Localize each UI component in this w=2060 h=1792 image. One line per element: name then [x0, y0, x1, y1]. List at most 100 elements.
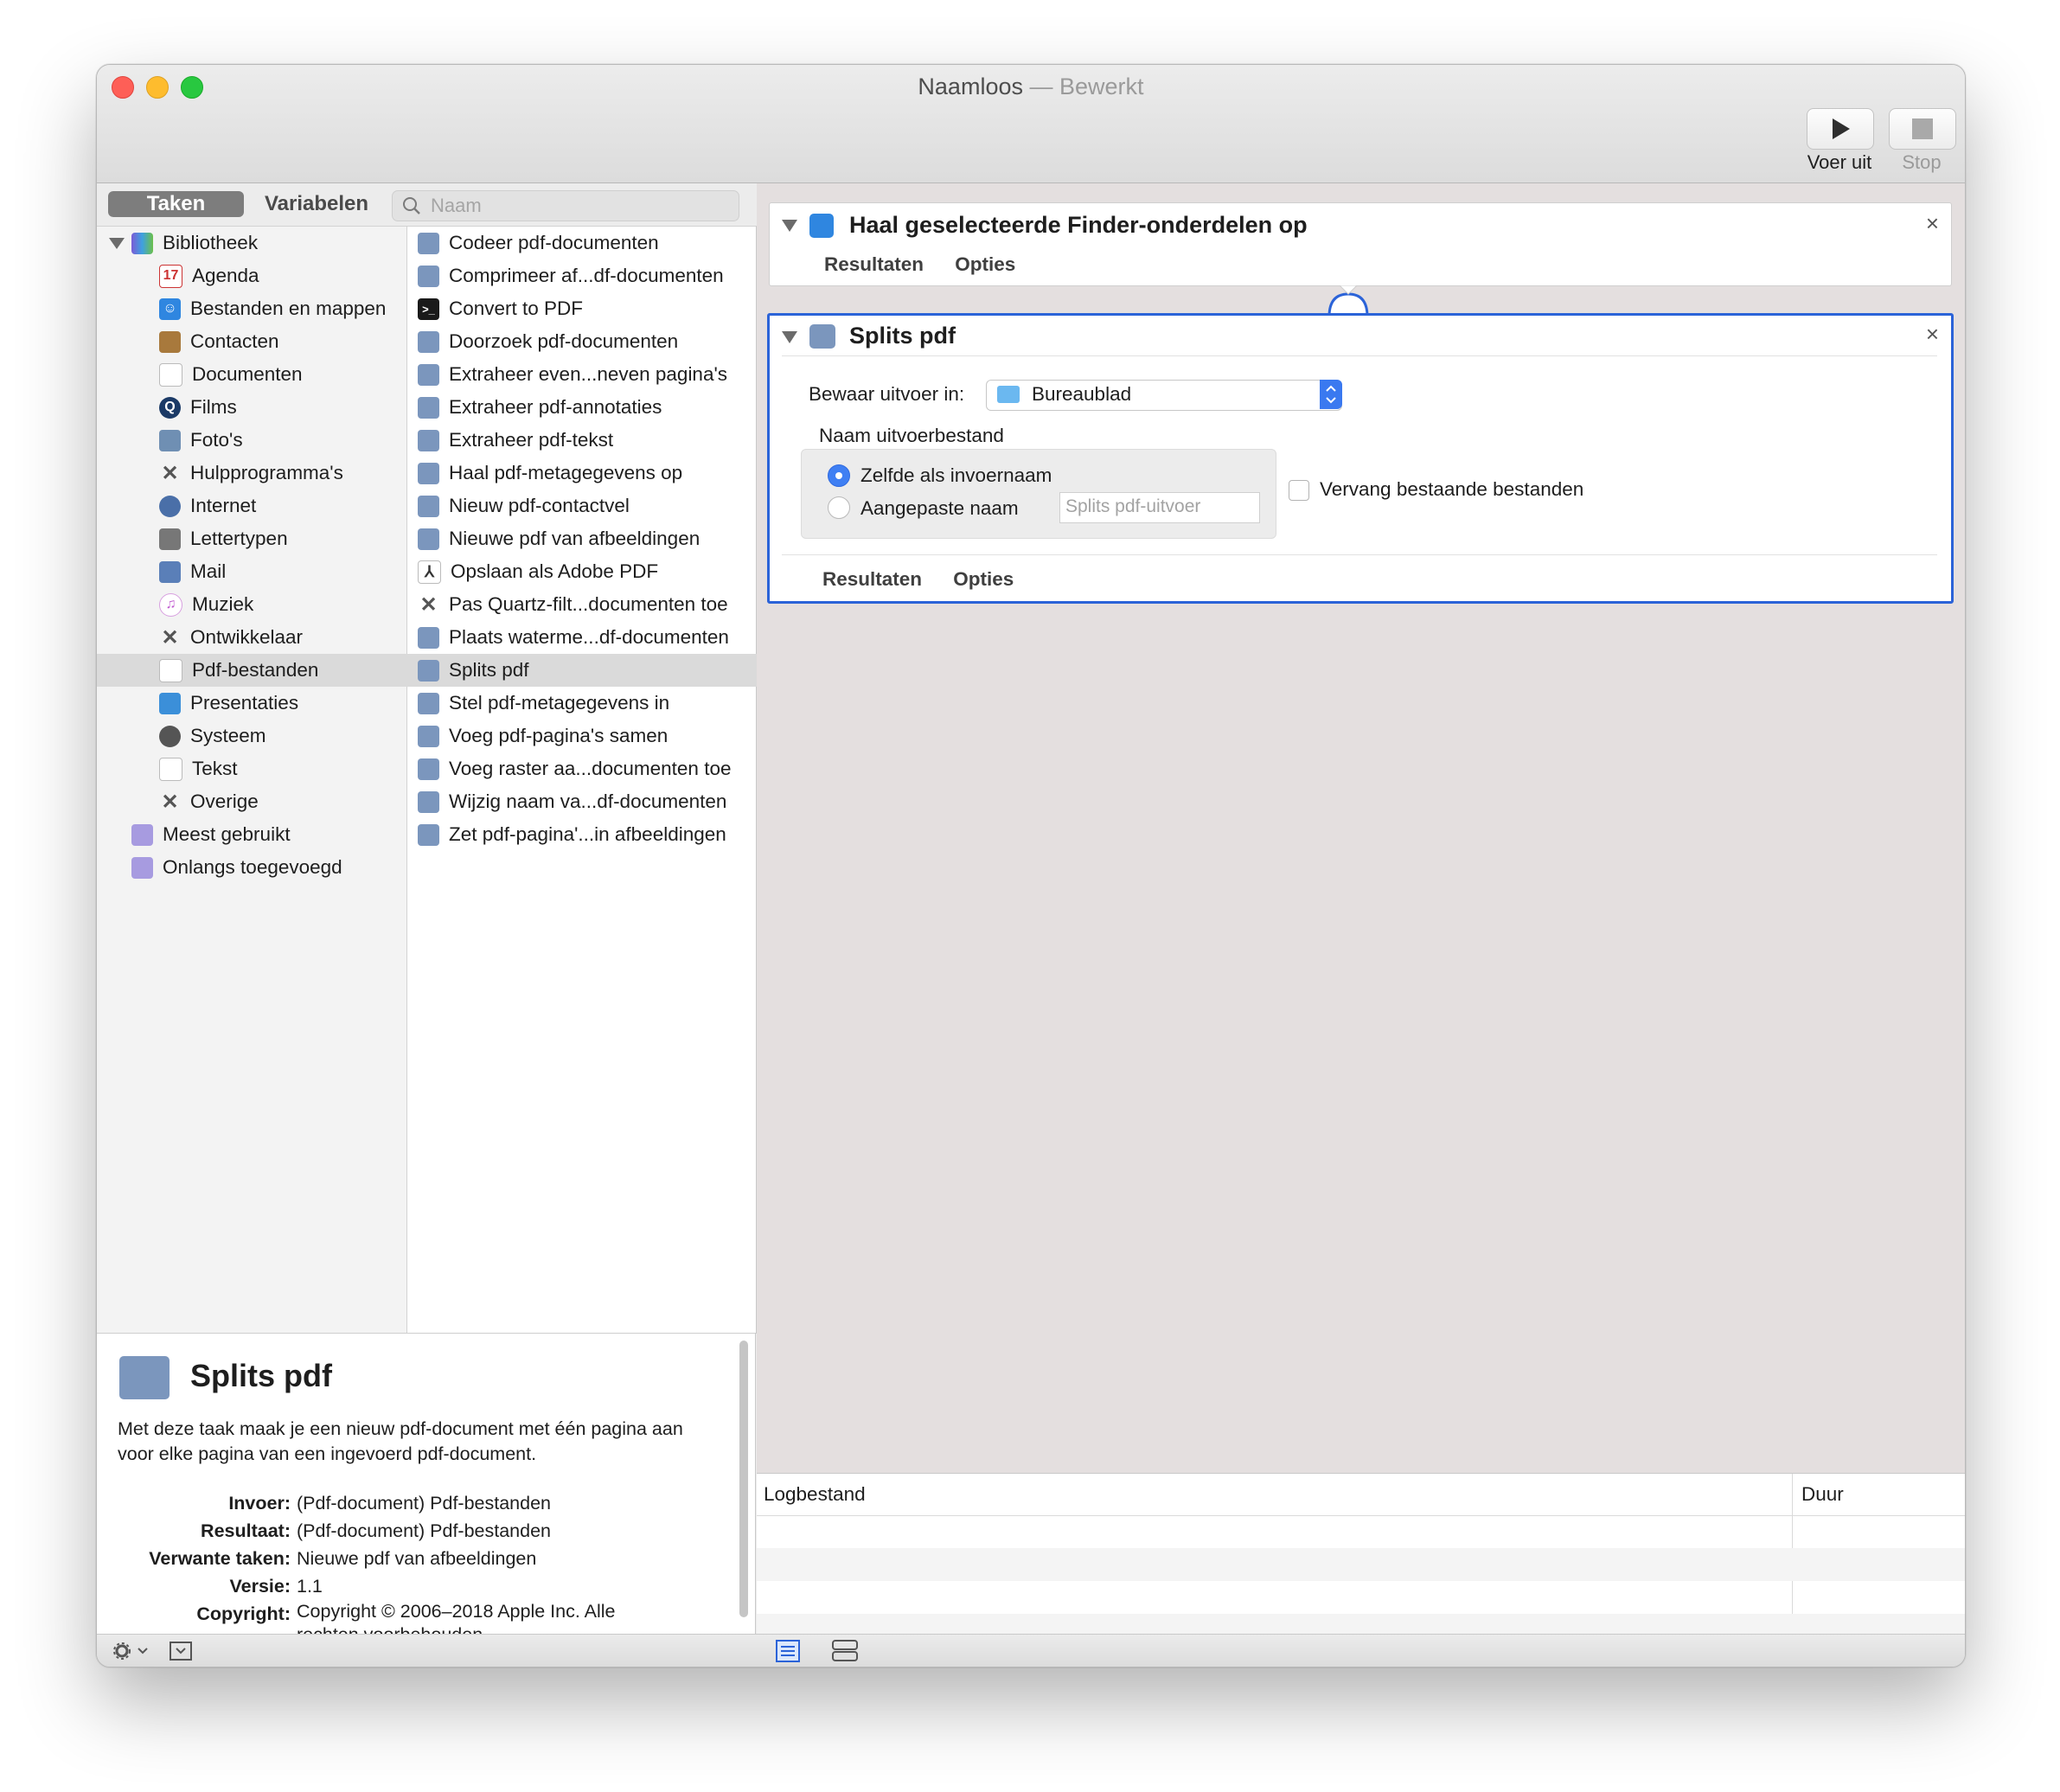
action-item-selected[interactable]: Splits pdf: [407, 654, 766, 687]
meta-row: Resultaat: (Pdf-document) Pdf-bestanden: [118, 1517, 669, 1545]
edited-status: Bewerkt: [1059, 74, 1144, 99]
preview-icon: [418, 626, 439, 649]
action-item[interactable]: Nieuw pdf-contactvel: [407, 490, 766, 522]
title-separator: —: [1029, 74, 1053, 99]
action-item[interactable]: ⅄ Opslaan als Adobe PDF: [407, 555, 766, 588]
library-root[interactable]: Bibliotheek: [97, 227, 406, 259]
results-tab[interactable]: Resultaten: [822, 568, 922, 590]
step-title: Haal geselecteerde Finder-onderdelen op: [849, 212, 1308, 238]
search-placeholder: Naam: [431, 195, 482, 216]
radio-same-name[interactable]: [828, 464, 850, 487]
description-meta: Invoer: (Pdf-document) Pdf-bestanden Resu…: [118, 1489, 669, 1647]
textedit-icon: [159, 757, 182, 781]
tools-icon: ✕: [161, 461, 179, 485]
description-scrollbar[interactable]: [739, 1341, 748, 1617]
meta-row: Invoer: (Pdf-document) Pdf-bestanden: [118, 1489, 669, 1517]
title-bar: Naamloos — Bewerkt Voer uit Stop: [97, 65, 1965, 183]
library-item-label: Agenda: [192, 265, 259, 286]
meta-key: Verwante taken:: [149, 1548, 291, 1569]
close-icon[interactable]: ×: [1926, 210, 1939, 237]
action-item[interactable]: Extraheer pdf-annotaties: [407, 391, 766, 424]
workflow-step-split-pdf[interactable]: Splits pdf × Bewaar uitvoer in: Bureaubl…: [767, 313, 1954, 604]
log-view-icon[interactable]: [832, 1640, 858, 1662]
action-item[interactable]: Voeg raster aa...documenten toe: [407, 752, 766, 785]
custom-name-input[interactable]: Splits pdf-uitvoer: [1059, 492, 1260, 523]
action-item[interactable]: Zet pdf-pagina'...in afbeeldingen: [407, 818, 766, 851]
tools-icon: ✕: [161, 790, 179, 814]
mail-icon: [159, 560, 181, 583]
library-item-label: Systeem: [190, 725, 266, 746]
quicktime-icon: Q: [159, 396, 181, 419]
action-item[interactable]: Haal pdf-metagegevens op: [407, 457, 766, 490]
radio-custom-name[interactable]: [828, 496, 850, 519]
library-item-label: Mail: [190, 560, 227, 582]
action-item[interactable]: Comprimeer af...df-documenten: [407, 259, 766, 292]
tab-actions[interactable]: Taken: [108, 191, 244, 217]
action-label: Nieuw pdf-contactvel: [449, 495, 630, 516]
save-location-popup[interactable]: Bureaublad: [986, 380, 1342, 411]
collapse-triangle-icon[interactable]: [782, 331, 797, 343]
preview-icon: [418, 396, 439, 419]
smart-group-item[interactable]: Meest gebruikt: [97, 818, 441, 851]
show-description-icon[interactable]: [170, 1642, 192, 1661]
results-tab[interactable]: Resultaten: [824, 253, 924, 275]
run-button[interactable]: [1807, 108, 1874, 150]
library-item-label: Internet: [190, 495, 257, 516]
save-location-value: Bureaublad: [1032, 383, 1132, 405]
smart-folder-icon: [131, 823, 153, 846]
header-divider: [782, 355, 1937, 356]
workflow-step-finder[interactable]: Haal geselecteerde Finder-onderdelen op …: [769, 202, 1952, 286]
keynote-icon: [159, 692, 181, 714]
meta-row: Verwante taken: Nieuwe pdf van afbeelding…: [118, 1545, 669, 1572]
action-label: Voeg raster aa...documenten toe: [449, 758, 732, 779]
step-tabs: Resultaten Opties: [822, 568, 1040, 591]
action-item[interactable]: Stel pdf-metagegevens in: [407, 687, 766, 720]
action-label: Comprimeer af...df-documenten: [449, 265, 724, 286]
action-item[interactable]: Extraheer even...neven pagina's: [407, 358, 766, 391]
action-item[interactable]: Doorzoek pdf-documenten: [407, 325, 766, 358]
action-item[interactable]: >_ Convert to PDF: [407, 292, 766, 325]
replace-files-checkbox[interactable]: [1289, 480, 1309, 501]
smart-group-item[interactable]: Onlangs toegevoegd: [97, 851, 441, 884]
options-tab[interactable]: Opties: [953, 568, 1014, 590]
action-label: Haal pdf-metagegevens op: [449, 462, 683, 483]
collapse-triangle-icon[interactable]: [782, 220, 797, 232]
action-label: Extraheer pdf-annotaties: [449, 396, 662, 418]
disclosure-triangle-icon: [109, 238, 125, 249]
action-label: Pas Quartz-filt...documenten toe: [449, 593, 728, 615]
automator-window: Naamloos — Bewerkt Voer uit Stop Taken V…: [96, 64, 1966, 1667]
action-label: Convert to PDF: [449, 298, 584, 319]
actions-list: Codeer pdf-documenten Comprimeer af...df…: [407, 226, 766, 1334]
gear-icon[interactable]: [112, 1642, 150, 1661]
action-label: Extraheer pdf-tekst: [449, 429, 614, 451]
run-label: Voer uit: [1807, 151, 1872, 173]
log-column-header[interactable]: Logbestand: [764, 1483, 866, 1506]
action-item[interactable]: Plaats waterme...df-documenten: [407, 621, 766, 654]
options-tab[interactable]: Opties: [955, 253, 1015, 275]
tab-variables[interactable]: Variabelen: [244, 191, 389, 217]
action-item[interactable]: ✕ Pas Quartz-filt...documenten toe: [407, 588, 766, 621]
action-label: Extraheer even...neven pagina's: [449, 363, 728, 385]
preview-icon: [418, 758, 439, 780]
library-item-label: Films: [190, 396, 237, 418]
duration-column-header[interactable]: Duur: [1801, 1483, 1844, 1506]
stop-button[interactable]: [1889, 108, 1956, 150]
action-item[interactable]: Extraheer pdf-tekst: [407, 424, 766, 457]
meta-row: Versie: 1.1: [118, 1572, 669, 1600]
list-view-icon[interactable]: [776, 1640, 800, 1662]
preview-icon: [418, 462, 439, 484]
output-name-group: Zelfde als invoernaam Aangepaste naam Sp…: [801, 449, 1276, 539]
library-root-label: Bibliotheek: [163, 232, 259, 253]
preview-icon: [418, 363, 439, 386]
close-icon[interactable]: ×: [1926, 321, 1939, 348]
chevron-updown-icon: [1320, 380, 1342, 409]
action-item[interactable]: Voeg pdf-pagina's samen: [407, 720, 766, 752]
step-tabs: Resultaten Opties: [824, 253, 1041, 276]
action-item[interactable]: Codeer pdf-documenten: [407, 227, 766, 259]
action-item[interactable]: Nieuwe pdf van afbeeldingen: [407, 522, 766, 555]
smart-group-label: Onlangs toegevoegd: [163, 856, 342, 878]
action-label: Doorzoek pdf-documenten: [449, 330, 679, 352]
search-field[interactable]: Naam: [392, 190, 739, 221]
tools-icon: ✕: [161, 625, 179, 650]
action-item[interactable]: Wijzig naam va...df-documenten: [407, 785, 766, 818]
